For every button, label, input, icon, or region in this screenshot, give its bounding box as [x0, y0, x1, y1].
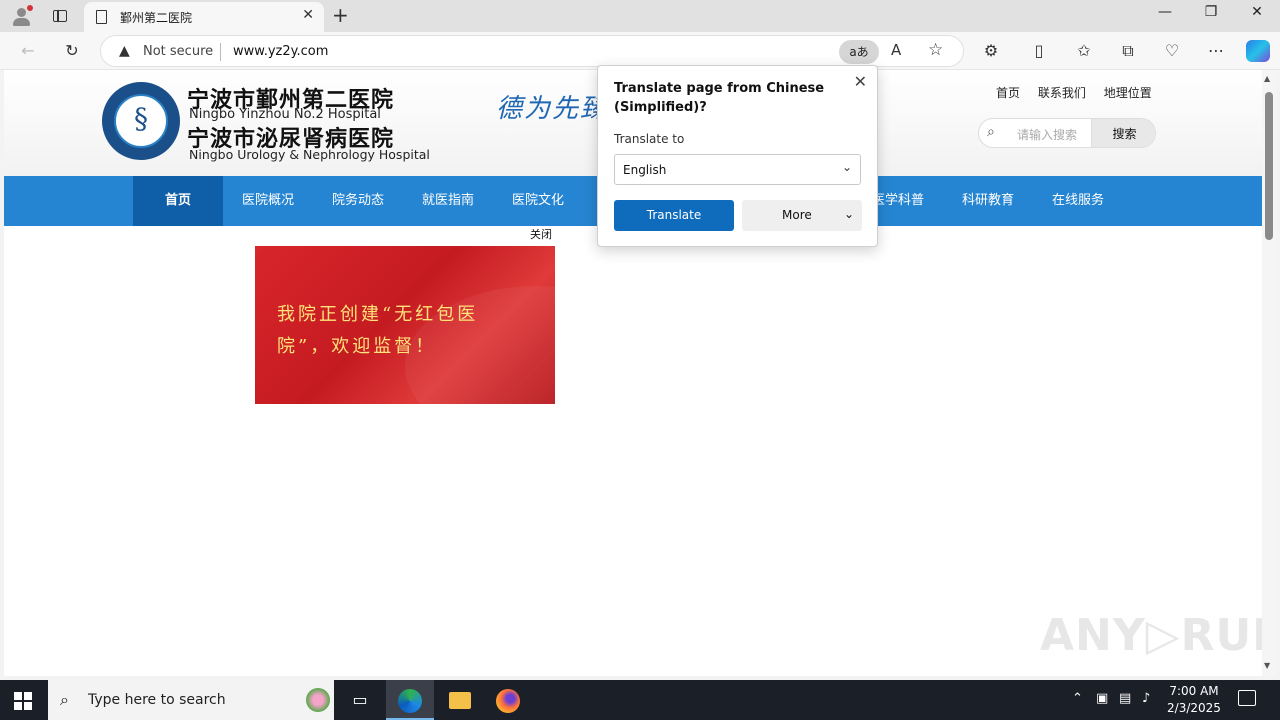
browser-tab[interactable]: 鄞州第二医院 ✕: [84, 2, 324, 32]
top-link-home[interactable]: 首页: [996, 86, 1020, 100]
nav-item-home[interactable]: 首页: [133, 176, 223, 226]
extensions-icon[interactable]: ⚙: [980, 40, 1002, 62]
performance-icon[interactable]: ♡: [1161, 40, 1183, 62]
collections-icon[interactable]: ⧉: [1117, 40, 1139, 62]
translate-popup: Translate page from Chinese (Simplified)…: [597, 65, 878, 247]
scrollbar-thumb[interactable]: [1265, 92, 1273, 240]
address-bar[interactable]: ▲ Not secure www.yz2y.com aあ A ☆: [100, 35, 964, 67]
profile-icon[interactable]: [10, 5, 34, 27]
minimize-button[interactable]: —: [1142, 4, 1188, 20]
meet-now-icon[interactable]: ▣: [1096, 691, 1108, 706]
favorites-icon[interactable]: ✩: [1073, 40, 1095, 62]
notification-icon[interactable]: [1238, 690, 1256, 706]
clock-date: 2/3/2025: [1167, 701, 1221, 715]
taskbar-search-input[interactable]: Type here to search: [88, 692, 226, 708]
more-button-label: More: [782, 208, 812, 222]
banner-text-line2: 院”，欢迎监督！: [277, 336, 437, 357]
tab-actions-icon[interactable]: [50, 7, 70, 25]
nav-item-overview[interactable]: 医院概况: [223, 176, 313, 226]
hospital-name-en-2: Ningbo Urology & Nephrology Hospital: [189, 147, 430, 162]
notice-banner[interactable]: 我院正创建“无红包医 院”，欢迎监督！: [255, 246, 555, 404]
language-value: English: [623, 163, 667, 177]
site-search: ⌕ 请输入搜索 搜索: [978, 118, 1156, 148]
chevron-down-icon: ⌄: [841, 160, 852, 174]
taskbar-search[interactable]: ⌕ Type here to search: [48, 680, 334, 720]
tab-close-icon[interactable]: ✕: [302, 7, 314, 23]
page-scrollbar[interactable]: ▲ ▼: [1262, 70, 1276, 676]
split-screen-icon[interactable]: ▯: [1028, 40, 1050, 62]
chevron-up-icon[interactable]: ⌃: [1072, 691, 1083, 706]
hospital-name-en: Ningbo Yinzhou No.2 Hospital: [189, 107, 381, 122]
taskbar: ⌕ Type here to search ▭ ⌃ ▣ ▤ ♪ 7:00 AM …: [0, 680, 1280, 720]
new-tab-button[interactable]: +: [332, 3, 349, 27]
clock-time: 7:00 AM: [1169, 684, 1219, 698]
top-link-location[interactable]: 地理位置: [1104, 86, 1152, 100]
slogan-calligraphy: 德为先臻: [496, 94, 609, 124]
tab-title: 鄞州第二医院: [120, 11, 193, 25]
banner-close-link[interactable]: 关闭: [530, 226, 552, 242]
search-icon: ⌕: [60, 690, 69, 709]
chevron-down-icon: ⌄: [843, 207, 854, 221]
refresh-icon[interactable]: ↻: [61, 40, 83, 62]
hospital-logo: §: [102, 82, 180, 160]
firefox-icon[interactable]: [484, 680, 532, 720]
url-text[interactable]: www.yz2y.com: [233, 44, 328, 59]
edge-taskbar-icon[interactable]: [386, 680, 434, 720]
read-aloud-icon[interactable]: A: [891, 41, 901, 59]
search-button[interactable]: 搜索: [1091, 119, 1155, 147]
page-icon: [96, 10, 107, 24]
more-button[interactable]: More ⌄: [742, 200, 862, 231]
close-icon[interactable]: ✕: [854, 72, 867, 91]
task-view-icon[interactable]: ▭: [336, 680, 384, 720]
translate-popup-title: Translate page from Chinese (Simplified)…: [614, 81, 825, 115]
scroll-down-icon[interactable]: ▼: [1264, 661, 1270, 670]
back-icon[interactable]: ←: [17, 40, 39, 62]
lotus-icon: [306, 688, 330, 712]
translate-to-label: Translate to: [614, 132, 685, 146]
scroll-up-icon[interactable]: ▲: [1264, 74, 1270, 83]
system-clock[interactable]: 7:00 AM 2/3/2025: [1166, 683, 1222, 717]
nav-item-online[interactable]: 在线服务: [1033, 176, 1123, 226]
tab-strip: 鄞州第二医院 ✕ + — ❐ ✕: [0, 0, 1280, 32]
favorite-star-icon[interactable]: ☆: [928, 40, 943, 60]
top-link-contact[interactable]: 联系我们: [1038, 86, 1086, 100]
windows-start-icon[interactable]: [14, 692, 32, 710]
network-icon[interactable]: ▤: [1119, 691, 1131, 706]
language-select[interactable]: English ⌄: [614, 154, 861, 185]
more-options-icon[interactable]: ⋯: [1205, 40, 1227, 62]
nav-item-culture[interactable]: 医院文化: [493, 176, 583, 226]
translate-button[interactable]: Translate: [614, 200, 734, 231]
banner-text-line1: 我院正创建“无红包医: [277, 304, 479, 325]
window-close-button[interactable]: ✕: [1234, 4, 1280, 20]
translate-icon[interactable]: aあ: [839, 40, 879, 64]
nav-item-guide[interactable]: 就医指南: [403, 176, 493, 226]
nav-item-news[interactable]: 院务动态: [313, 176, 403, 226]
nav-item-research[interactable]: 科研教育: [943, 176, 1033, 226]
search-icon: ⌕: [987, 124, 995, 140]
top-links: 首页 联系我们 地理位置: [996, 84, 1166, 101]
security-label[interactable]: Not secure: [143, 44, 213, 59]
anyrun-watermark: ANY▷RUN: [1040, 610, 1262, 661]
search-input[interactable]: 请输入搜索: [1017, 126, 1077, 143]
file-explorer-icon[interactable]: [436, 680, 484, 720]
volume-icon[interactable]: ♪: [1142, 691, 1150, 706]
copilot-icon[interactable]: [1246, 40, 1270, 62]
restore-button[interactable]: ❐: [1188, 4, 1234, 20]
warning-icon[interactable]: ▲: [119, 43, 130, 59]
